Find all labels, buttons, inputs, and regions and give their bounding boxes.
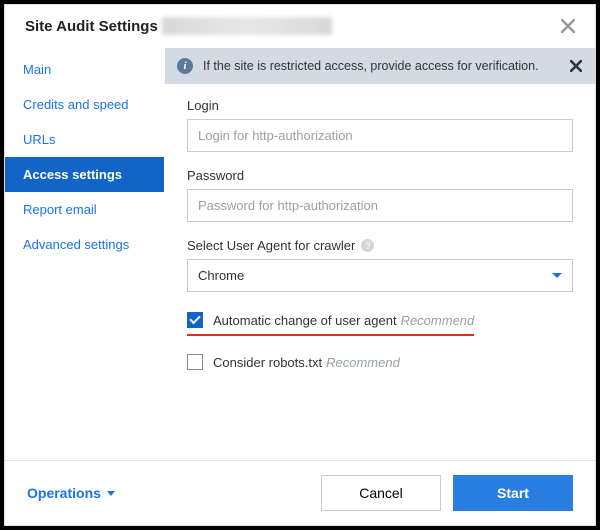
site-audit-settings-modal: Site Audit Settings Main Credits and spe… [4,4,596,526]
sidebar-item-label: Main [23,62,51,77]
settings-sidebar: Main Credits and speed URLs Access setti… [5,48,165,460]
sidebar-item-advanced-settings[interactable]: Advanced settings [5,227,164,262]
password-label: Password [187,168,573,183]
sidebar-item-label: Report email [23,202,97,217]
sidebar-item-urls[interactable]: URLs [5,122,164,157]
close-icon [561,19,575,33]
modal-body: Main Credits and speed URLs Access setti… [5,48,595,460]
sidebar-item-label: Credits and speed [23,97,129,112]
chevron-down-icon [107,491,115,496]
auto-change-user-agent-checkbox-row[interactable]: Automatic change of user agent Recommend [187,312,474,328]
user-agent-label: Select User Agent for crawler ? [187,238,573,253]
robots-label: Consider robots.txt [213,355,322,370]
start-button[interactable]: Start [453,475,573,511]
auto-change-row-wrap: Automatic change of user agent Recommend [187,312,573,354]
recommend-badge: Recommend [401,313,475,328]
redacted-site-name [162,17,332,35]
modal-header: Site Audit Settings [5,5,595,48]
checkbox-checked-icon [187,312,203,328]
close-button[interactable] [557,15,579,37]
auto-change-label: Automatic change of user agent [213,313,397,328]
user-agent-select[interactable]: Chrome [187,259,573,292]
modal-footer: Operations Cancel Start [5,460,595,525]
operations-dropdown[interactable]: Operations [27,485,115,501]
info-banner: i If the site is restricted access, prov… [165,48,595,84]
content-pane: i If the site is restricted access, prov… [165,48,595,460]
sidebar-item-label: URLs [23,132,56,147]
footer-buttons: Cancel Start [321,475,573,511]
access-settings-form: Login Password Select User Agent for cra… [165,84,595,386]
login-label: Login [187,98,573,113]
password-input[interactable] [187,189,573,222]
info-icon: i [177,58,193,74]
cancel-button[interactable]: Cancel [321,475,441,511]
login-input[interactable] [187,119,573,152]
consider-robots-checkbox-row[interactable]: Consider robots.txt Recommend [187,354,573,370]
sidebar-item-access-settings[interactable]: Access settings [5,157,164,192]
operations-label: Operations [27,485,101,501]
sidebar-item-credits-speed[interactable]: Credits and speed [5,87,164,122]
banner-close-button[interactable] [567,57,585,75]
close-icon [570,60,582,72]
info-banner-text: If the site is restricted access, provid… [203,59,539,73]
sidebar-item-main[interactable]: Main [5,52,164,87]
recommend-badge: Recommend [326,355,400,370]
help-icon[interactable]: ? [361,239,374,252]
modal-title: Site Audit Settings [25,18,158,35]
auto-change-highlight: Automatic change of user agent Recommend [187,312,474,336]
chevron-down-icon [552,273,562,278]
sidebar-item-report-email[interactable]: Report email [5,192,164,227]
sidebar-item-label: Advanced settings [23,237,129,252]
checkbox-unchecked-icon [187,354,203,370]
sidebar-item-label: Access settings [23,167,122,182]
user-agent-selected-value: Chrome [198,268,244,283]
